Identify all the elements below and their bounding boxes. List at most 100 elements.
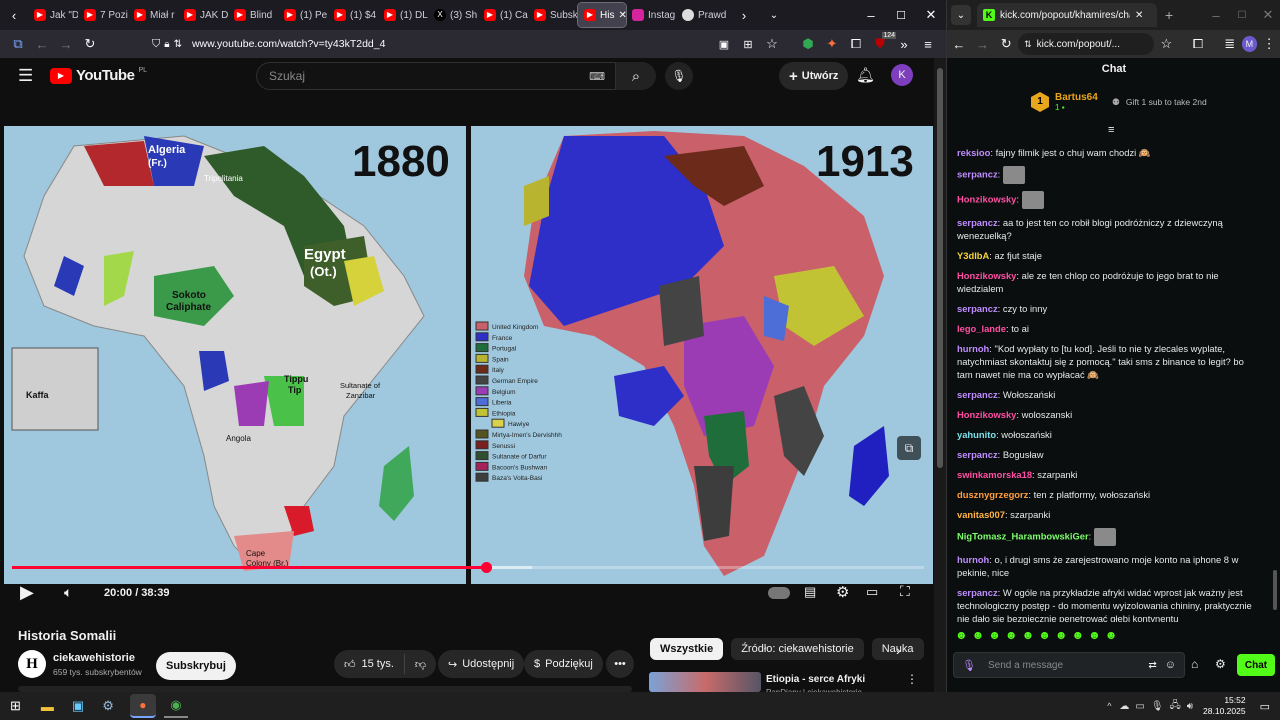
translate-icon[interactable]: ⇄ [1148,660,1156,671]
channel-avatar[interactable]: H [18,650,46,678]
chat-username[interactable]: yahunito [957,429,996,440]
clock[interactable]: 15:52 28.10.2025 [1203,695,1246,717]
extension-shield-icon[interactable]: ⬢ [796,32,820,56]
chat-username[interactable]: Honzikowsky [957,193,1016,204]
emote-icon[interactable]: ☻ [1105,628,1118,642]
kick-maximize-icon[interactable]: ☐ [1229,3,1255,27]
emote-icon[interactable]: ☻ [1022,628,1035,642]
back-icon[interactable]: ← [30,32,54,56]
close-window-icon[interactable]: ✕ [916,3,946,27]
chat-username[interactable]: dusznygrzegorz [957,489,1028,500]
chat-send-button[interactable]: Chat [1237,654,1275,676]
monitor-app-icon[interactable]: ▣ [72,698,84,714]
browser-tab[interactable]: ▶ (1) DL [378,3,428,27]
tray-volume-icon[interactable]: 🔊︎ [1187,701,1193,712]
gift-sub-text[interactable]: Gift 1 sub to take 2nd [1126,97,1207,107]
chat-input-placeholder[interactable]: Send a message [988,660,1063,671]
create-button[interactable]: + Utwórz [779,62,849,90]
chat-store-icon[interactable]: ⌂ [1191,657,1198,671]
kick-url[interactable]: kick.com/popout/... [1037,39,1120,50]
emote-icon[interactable]: ☻ [1071,628,1084,642]
browser-tab[interactable]: ▶ 7 Pozi [78,3,128,27]
kick-address-bar[interactable]: ⇅ kick.com/popout/... [1018,33,1155,55]
kick-back-icon[interactable]: ← [947,32,971,56]
screenshot-icon[interactable]: ⊞ [736,32,760,56]
browser-tab[interactable]: X (3) Sh [428,3,478,27]
search-button[interactable]: ⌕ [616,62,656,90]
emote-icon[interactable]: ☻ [1088,628,1101,642]
chat-username[interactable]: serpancz [957,168,998,179]
like-button[interactable]: 👍︎ 15 tys. [334,654,405,674]
more-actions-button[interactable]: ••• [606,650,634,678]
chat-username[interactable]: Honzikowsky [957,270,1016,281]
progress-bar[interactable] [12,562,924,573]
reader-icon[interactable]: ▣ [712,32,736,56]
play-icon[interactable]: ▶ [20,582,34,603]
tab-list-icon[interactable]: ⌄ [951,5,971,25]
close-tab-icon[interactable]: ✕ [618,10,626,21]
browser-tab[interactable]: ▶ Blind [228,3,278,27]
ublock-icon[interactable]: ⛊ 124 [868,32,896,56]
chat-scrollbar[interactable] [1273,140,1277,620]
bookmark-star-icon[interactable]: ☆ [760,32,784,56]
chat-settings-icon[interactable]: ⚙ [1215,657,1226,671]
kick-minimize-icon[interactable]: – [1203,3,1229,27]
search-input[interactable]: Szukaj [269,69,305,83]
kick-profile-avatar[interactable]: M [1241,36,1258,52]
firefox-icon[interactable]: ● [129,694,156,718]
notification-center-icon[interactable]: ▭ [1260,700,1270,713]
chip[interactable]: Wszystkie [650,638,724,660]
chat-username[interactable]: serpancz [957,449,998,460]
tray-cloud-icon[interactable]: ☁ [1119,701,1129,712]
maximize-icon[interactable]: ☐ [886,3,916,27]
settings-gear-icon[interactable]: ⚙ [836,583,849,601]
site-info-icon[interactable]: ⇅ [1024,39,1032,50]
chat-username[interactable]: serpancz [957,587,998,598]
chat-username[interactable]: reksioo [957,147,990,158]
page-scrollbar[interactable] [934,58,946,692]
scrollbar-thumb[interactable] [937,68,943,468]
volume-icon[interactable]: 🔈︎ [64,584,72,601]
reload-icon[interactable]: ↻ [78,32,102,56]
recommended-menu-icon[interactable]: ⋮ [906,672,918,686]
kick-bookmark-icon[interactable]: ☆ [1154,32,1178,56]
sidebar-toggle-icon[interactable]: ⧉ [6,32,30,56]
browser-tab[interactable]: Instag [626,3,676,27]
pinned-filter-icon[interactable]: ≡ [1108,124,1114,136]
permissions-icon[interactable]: ⇅ [174,39,182,50]
theater-mode-icon[interactable]: ▭ [866,584,878,600]
url-text[interactable]: www.youtube.com/watch?v=ty43kT2dd_4 [192,38,385,50]
windows-start-icon[interactable]: ⊞ [10,698,21,714]
thanks-button[interactable]: $ Podziękuj [524,650,603,678]
tray-chevron-icon[interactable]: ^ [1107,701,1111,711]
chat-username[interactable]: hurnoh [957,554,989,565]
tray-network-icon[interactable]: 🖧︎ [1170,698,1181,715]
shield-icon[interactable]: ⛉ [152,38,160,51]
voice-search-button[interactable]: 🎙︎ [665,62,693,90]
miniplayer-icon[interactable]: ⧉ [897,436,921,460]
new-tab-icon[interactable]: + [1165,7,1173,23]
chrome-icon[interactable]: ◉ [163,694,188,718]
chat-username[interactable]: serpancz [957,389,998,400]
chip[interactable]: Źródło: ciekawehistorie [731,638,864,660]
emote-icon[interactable]: ☻ [1005,628,1018,642]
chevron-left-icon[interactable]: ‹ [0,3,28,27]
keyboard-icon[interactable]: ⌨ [589,70,605,83]
browser-tab[interactable]: ▶ (1) Pe [278,3,328,27]
forward-icon[interactable]: → [54,32,78,56]
browser-tab[interactable]: ▶ Miał r [128,3,178,27]
chat-username[interactable]: hurnoh [957,343,989,354]
browser-tab[interactable]: ▶ Subsk [528,3,578,27]
kick-tab[interactable]: K kick.com/popout/khamires/cha ✕ [977,3,1157,27]
kick-media-icon[interactable]: ≣ [1218,32,1242,56]
chips-next-icon[interactable]: › [896,642,901,658]
video-player[interactable]: 1880 Egypt (Ot.) Algeria (Fr.) Tripolita… [4,126,933,584]
steam-icon[interactable]: ⚙ [102,698,114,714]
chat-username[interactable]: Honzikowsky [957,409,1016,420]
emote-icon[interactable]: ☻ [988,628,1001,642]
subscribe-button[interactable]: Subskrybuj [156,652,236,680]
browser-tab[interactable]: Prawd [676,3,726,27]
emoji-picker-icon[interactable]: ☺ [1165,659,1176,671]
browser-tab[interactable]: ▶ (1) $4 [328,3,378,27]
chat-username[interactable]: swinkamorska18 [957,469,1032,480]
